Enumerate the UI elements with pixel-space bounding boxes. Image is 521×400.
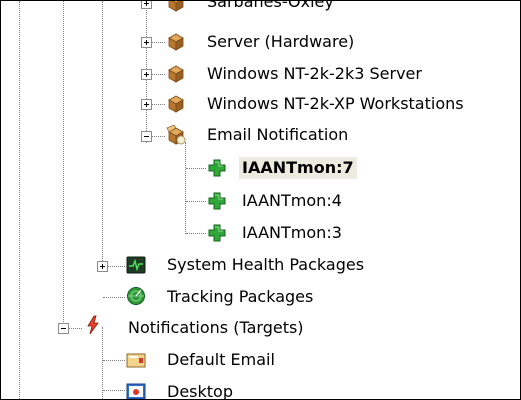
tree-line: [103, 360, 125, 361]
tree-line: [19, 1, 20, 399]
package-box-icon: [168, 95, 184, 113]
expand-button[interactable]: [141, 69, 152, 80]
tree-item-label: IAANTmon:4: [242, 191, 342, 210]
tree-line: [185, 142, 186, 234]
package-box-icon: [168, 1, 184, 12]
health-monitor-icon: [126, 256, 146, 274]
open-package-icon: [166, 125, 186, 145]
tree-line: [186, 168, 206, 169]
tree-item-label: Windows NT-2k-XP Workstations: [207, 94, 464, 113]
tree-view[interactable]: Sarbanes-Oxley Server (Hardware) Windows…: [0, 0, 521, 400]
tree-item-label: Email Notification: [207, 125, 349, 144]
tree-item-label: Windows NT-2k-2k3 Server: [207, 64, 422, 83]
tree-item-label: Sarbanes-Oxley: [207, 0, 334, 11]
green-plus-icon: [208, 192, 226, 210]
tree-line: [63, 1, 64, 328]
tree-line: [186, 201, 206, 202]
tree-item-label: Notifications (Targets): [128, 318, 304, 337]
collapse-button[interactable]: [58, 323, 69, 334]
tree-line: [103, 390, 125, 391]
green-plus-icon: [208, 159, 226, 177]
tree-item-label: System Health Packages: [167, 255, 365, 274]
expand-button[interactable]: [141, 99, 152, 110]
desktop-target-icon: [126, 383, 146, 399]
expand-button[interactable]: [97, 261, 108, 272]
tree-item-label: Desktop: [167, 382, 233, 400]
tree-item-label: IAANTmon:7: [239, 157, 357, 179]
tree-item-label: Server (Hardware): [207, 32, 355, 51]
expand-button[interactable]: [141, 37, 152, 48]
tree-line: [186, 233, 206, 234]
package-box-icon: [168, 65, 184, 83]
tree-line: [102, 1, 103, 271]
tree-line: [103, 297, 125, 298]
package-box-icon: [168, 33, 184, 51]
collapse-button[interactable]: [141, 131, 152, 142]
tree-item-label: Tracking Packages: [167, 287, 314, 306]
email-target-icon: [126, 353, 146, 368]
expand-button[interactable]: [141, 1, 152, 9]
tree-item-label: IAANTmon:3: [242, 223, 342, 242]
tracking-radar-icon: [127, 287, 145, 305]
tree-item-label: Default Email: [167, 350, 275, 369]
notification-lightning-icon: [87, 315, 99, 335]
green-plus-icon: [208, 224, 226, 242]
